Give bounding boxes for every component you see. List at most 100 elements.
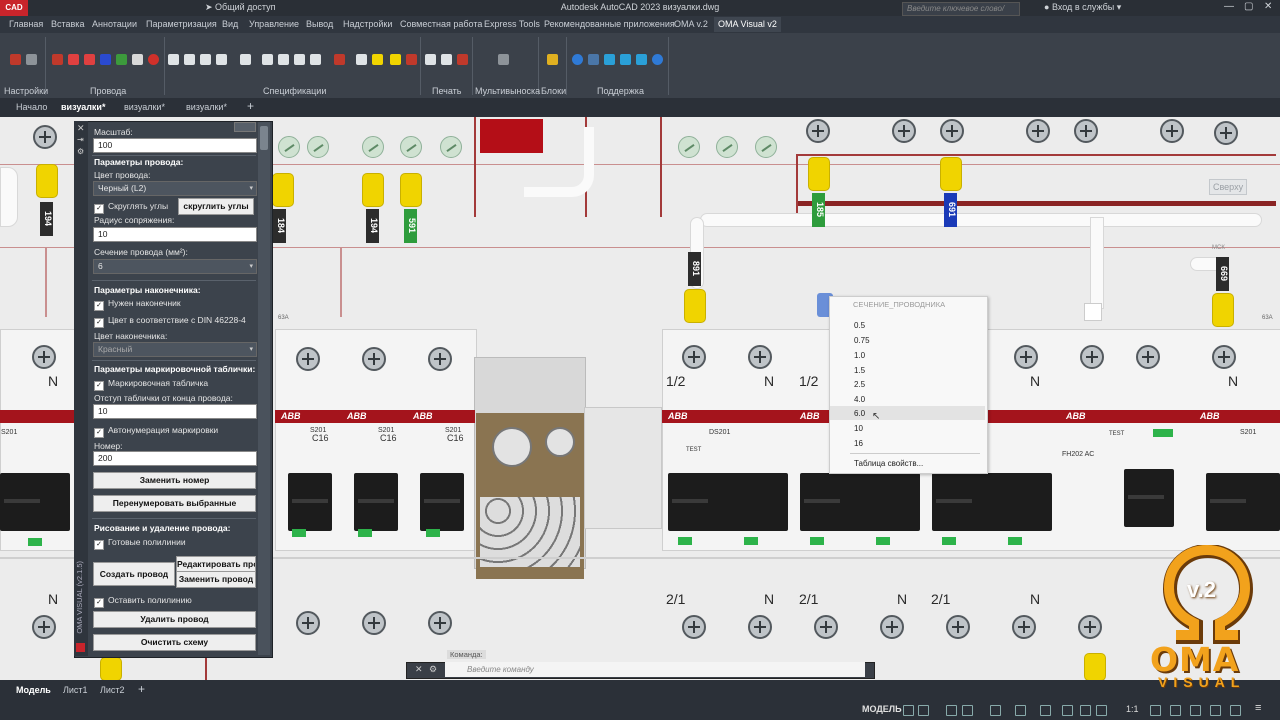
- clear-scheme-button[interactable]: Очистить схему: [93, 634, 256, 651]
- globe-icon[interactable]: [652, 54, 663, 65]
- spec-icon-5[interactable]: [240, 54, 251, 65]
- spec-icon-14[interactable]: [406, 54, 417, 65]
- add-layout-button[interactable]: +: [138, 682, 145, 696]
- popup-option[interactable]: 0.5: [854, 321, 865, 330]
- palette-close-icon[interactable]: ✕: [77, 123, 85, 134]
- transparency-icon[interactable]: [1062, 705, 1073, 716]
- popup-option[interactable]: 1.0: [854, 351, 865, 360]
- popup-option[interactable]: 10: [854, 424, 863, 433]
- breaker-toggle[interactable]: [0, 473, 70, 531]
- renumber-button[interactable]: Перенумеровать выбранные: [93, 495, 256, 512]
- wire-red-icon[interactable]: [52, 54, 63, 65]
- spec-icon-7[interactable]: [278, 54, 289, 65]
- pen-icon[interactable]: [132, 54, 143, 65]
- multileader-icon[interactable]: [498, 54, 509, 65]
- tab-addins[interactable]: Надстройки: [343, 19, 392, 29]
- popup-option[interactable]: 16: [854, 439, 863, 448]
- spec-icon-9[interactable]: [310, 54, 321, 65]
- login-button[interactable]: ● Вход в службы ▾: [1044, 2, 1121, 13]
- spec-icon-2[interactable]: [184, 54, 195, 65]
- grid-icon[interactable]: [903, 705, 914, 716]
- close-icon[interactable]: ✕: [415, 664, 423, 675]
- annotation-scale[interactable]: 1:1: [1126, 704, 1139, 714]
- tab-home[interactable]: Главная: [9, 19, 43, 29]
- print-icon-3[interactable]: [457, 54, 468, 65]
- wrench-icon[interactable]: ⚙: [429, 664, 437, 675]
- tab-insert[interactable]: Вставка: [51, 19, 84, 29]
- settings-icon[interactable]: [10, 54, 21, 65]
- autonumber-checkbox[interactable]: ✓ Автонумерация маркировки: [94, 425, 218, 438]
- annotation-scale-icon[interactable]: [1096, 705, 1107, 716]
- popup-option[interactable]: 1.5: [854, 366, 865, 375]
- popup-option[interactable]: 4.0: [854, 395, 865, 404]
- marker-plate-checkbox[interactable]: ✓ Маркировочная табличка: [94, 378, 208, 391]
- ferrule-color-select[interactable]: Красный ▾: [93, 342, 257, 357]
- create-wire-button[interactable]: Создать провод: [93, 562, 175, 586]
- clean-screen-icon[interactable]: [1230, 705, 1241, 716]
- tab-view[interactable]: Вид: [222, 19, 238, 29]
- minimize-icon[interactable]: —: [1224, 1, 1234, 12]
- osnap-icon[interactable]: [990, 705, 1001, 716]
- spec-icon-11[interactable]: [356, 54, 367, 65]
- print-icon-2[interactable]: [441, 54, 452, 65]
- section-select[interactable]: 6 ▾: [93, 259, 257, 274]
- units-icon[interactable]: [1170, 705, 1181, 716]
- layout-tab-sheet2[interactable]: Лист2: [100, 685, 125, 695]
- spec-icon-8[interactable]: [294, 54, 305, 65]
- breaker-toggle[interactable]: [800, 473, 920, 531]
- popup-option[interactable]: 2.5: [854, 380, 865, 389]
- delete-wire-button[interactable]: Удалить провод: [93, 611, 256, 628]
- telegram-icon-3[interactable]: [636, 54, 647, 65]
- annotation-icon[interactable]: [1080, 705, 1091, 716]
- wire-white[interactable]: [700, 213, 1262, 227]
- polar-icon[interactable]: [962, 705, 973, 716]
- spec-icon-10[interactable]: [334, 54, 345, 65]
- tab-featured-apps[interactable]: Рекомендованные приложения: [544, 19, 675, 29]
- model-space-toggle[interactable]: МОДЕЛЬ: [862, 704, 902, 714]
- layout-tab-model[interactable]: Модель: [16, 685, 51, 695]
- otrack-icon[interactable]: [1015, 705, 1026, 716]
- scale-input[interactable]: 100: [93, 138, 257, 153]
- tab-parametric[interactable]: Параметризация: [146, 19, 217, 29]
- ready-polylines-checkbox[interactable]: ✓ Готовые полилинии: [94, 537, 186, 550]
- tab-annotate[interactable]: Аннотации: [92, 19, 137, 29]
- properties-table-option[interactable]: Таблица свойств...: [854, 459, 923, 468]
- replace-wire-button[interactable]: Заменить провод: [176, 571, 256, 588]
- ortho-icon[interactable]: [946, 705, 957, 716]
- tab-collaborate[interactable]: Совместная работа: [400, 19, 482, 29]
- tab-oma-v2[interactable]: OMA v.2: [674, 19, 708, 29]
- blocks-icon[interactable]: [547, 54, 558, 65]
- wire-icon[interactable]: [68, 54, 79, 65]
- hardware-icon[interactable]: [1210, 705, 1221, 716]
- breaker-toggle[interactable]: [354, 473, 398, 531]
- spec-icon-13[interactable]: [390, 54, 401, 65]
- need-ferrule-checkbox[interactable]: ✓ Нужен наконечник: [94, 298, 181, 311]
- wire-pe-icon[interactable]: [116, 54, 127, 65]
- wire-color-select[interactable]: Черный (L2) ▾: [93, 181, 257, 196]
- share-button[interactable]: ➤ Общий доступ: [205, 2, 276, 13]
- isolate-icon[interactable]: [1190, 705, 1201, 716]
- radius-input[interactable]: 10: [93, 227, 257, 242]
- wire-n-icon[interactable]: [100, 54, 111, 65]
- palette-scrollbar[interactable]: [258, 122, 270, 655]
- spec-icon-12[interactable]: [372, 54, 383, 65]
- vk-icon[interactable]: [588, 54, 599, 65]
- replace-number-button[interactable]: Заменить номер: [93, 472, 256, 489]
- spec-icon-6[interactable]: [262, 54, 273, 65]
- palette-pin-icon[interactable]: ⇥: [77, 135, 84, 144]
- close-icon[interactable]: ✕: [1264, 1, 1272, 12]
- spec-icon-4[interactable]: [216, 54, 227, 65]
- telegram-icon-1[interactable]: [604, 54, 615, 65]
- print-icon-1[interactable]: [425, 54, 436, 65]
- doc-tab-2[interactable]: визуалки*: [124, 102, 165, 112]
- offset-input[interactable]: 10: [93, 404, 257, 419]
- spec-icon-1[interactable]: [168, 54, 179, 65]
- web-icon[interactable]: [572, 54, 583, 65]
- command-input[interactable]: Введите команду: [445, 662, 865, 677]
- din-color-checkbox[interactable]: ✓ Цвет в соответствие с DIN 46228-4: [94, 315, 246, 328]
- close-settings-icon[interactable]: [26, 54, 37, 65]
- delete-icon[interactable]: [148, 54, 159, 65]
- workspace-icon[interactable]: [1150, 705, 1161, 716]
- viewcube[interactable]: [1196, 287, 1252, 327]
- doc-tab-3[interactable]: визуалки*: [186, 102, 227, 112]
